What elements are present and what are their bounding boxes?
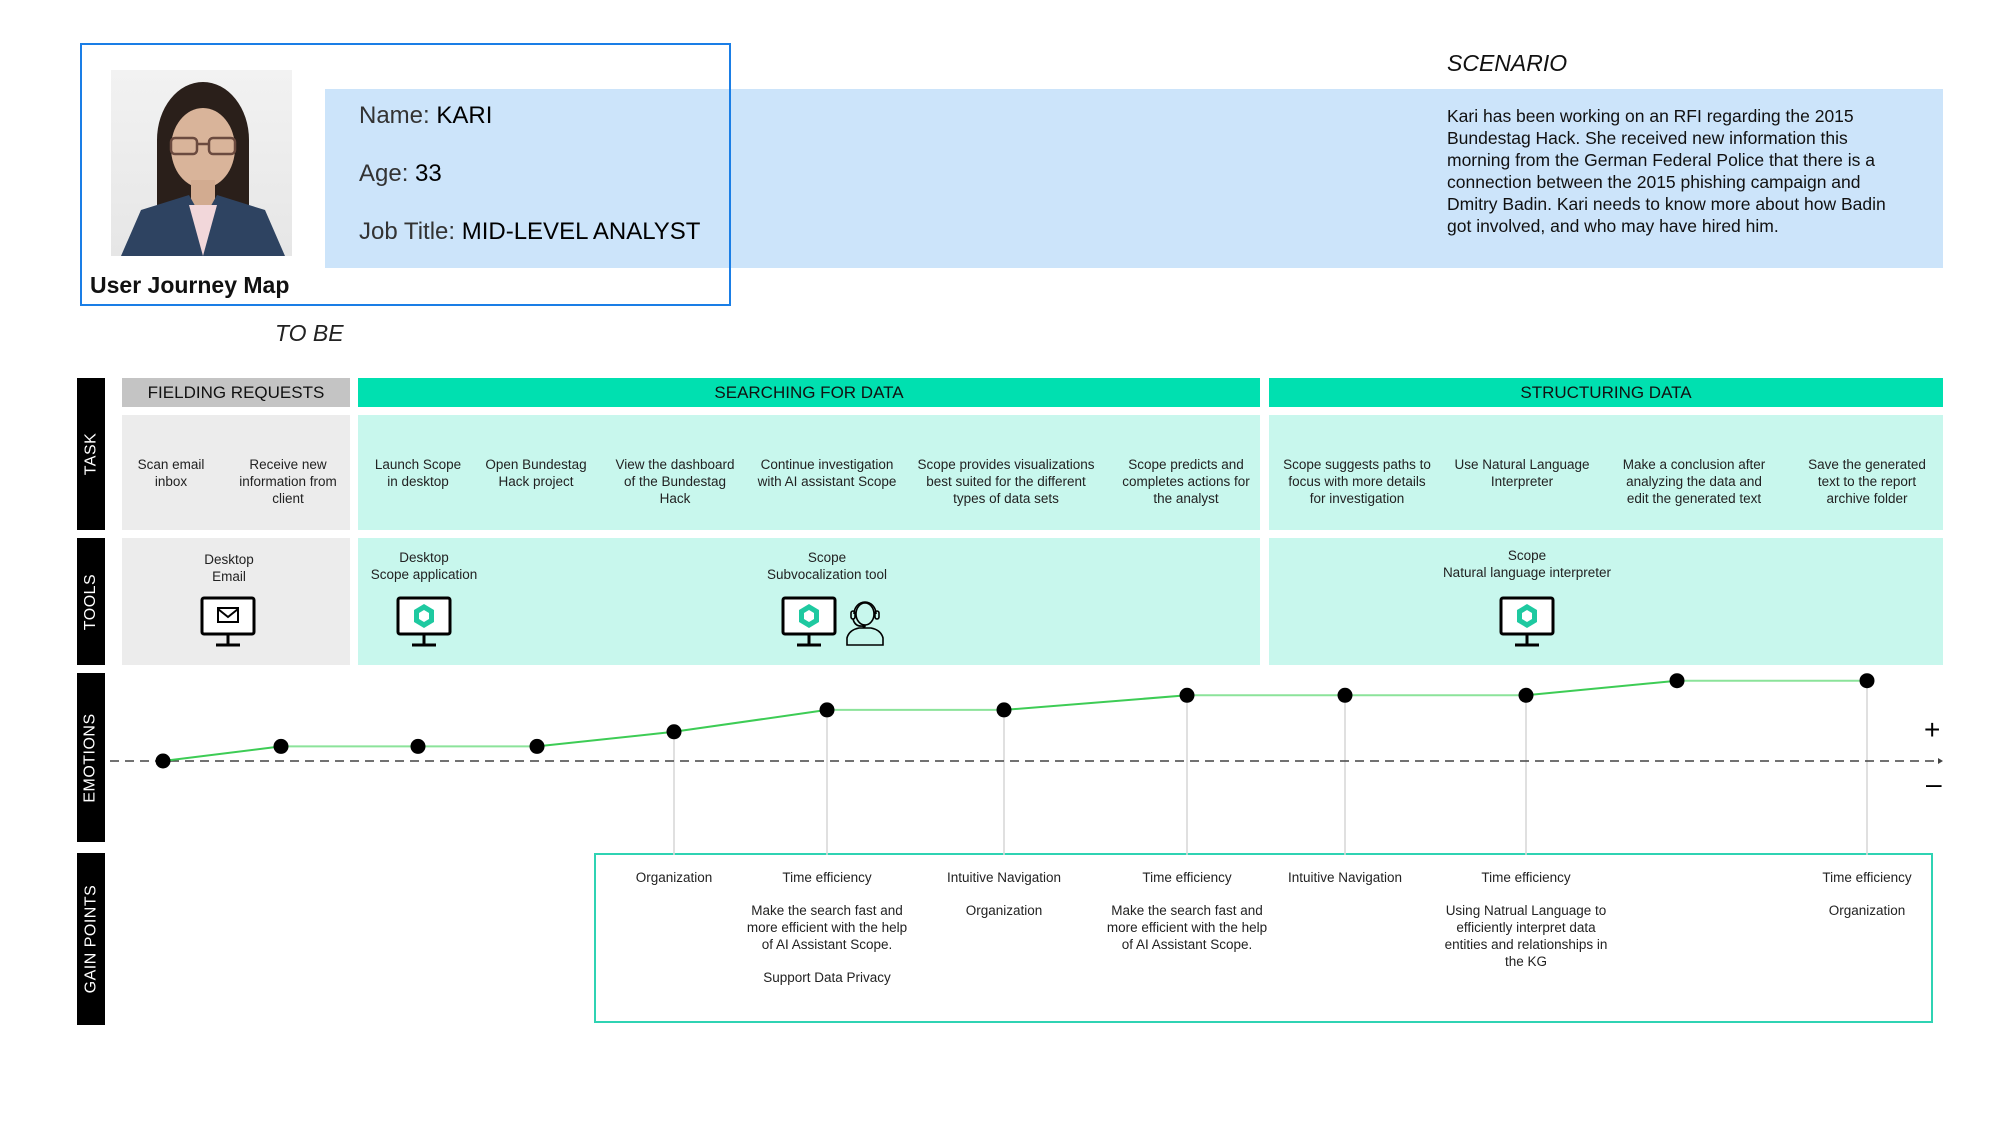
emotion-segment — [1525, 679, 1678, 697]
gain-point: Intuitive Navigation Organization — [929, 869, 1079, 935]
tool-line1: Desktop — [204, 552, 254, 567]
gain-point-text: Organization — [635, 870, 713, 885]
tool-line2: Natural language interpreter — [1442, 565, 1612, 580]
state-label: TO BE — [275, 320, 344, 346]
gain-point-text: Time efficiency — [1822, 870, 1912, 885]
tool-scope-subvocalization: Scope Subvocalization tool — [727, 549, 927, 583]
row-label-task: TASK — [77, 378, 105, 530]
gain-connector-lines — [673, 687, 1868, 855]
row-label-text: TASK — [82, 432, 100, 476]
task-item: Launch Scope in desktop — [374, 457, 462, 489]
journey-map-title: User Journey Map — [90, 272, 290, 298]
desktop-scope-icon — [1499, 596, 1555, 647]
gain-point-text: Time efficiency — [1481, 870, 1571, 885]
row-label-text: GAIN POINTS — [82, 884, 99, 994]
emotion-point — [1179, 687, 1195, 703]
gain-point-text: Make the search fast and more efficient … — [1106, 903, 1268, 952]
negative-sign: – — [1926, 768, 1942, 799]
scenario-text: Kari has been working on an RFI regardin… — [1447, 106, 1886, 236]
emotion-point — [819, 702, 835, 718]
tool-line1: Scope — [807, 550, 847, 565]
emotion-point — [529, 738, 545, 754]
tool-line2: Scope application — [370, 567, 478, 582]
desktop-scope-icon — [781, 596, 837, 647]
gain-point-text: Intuitive Navigation — [1287, 870, 1403, 885]
task-item: Scan email inbox — [137, 457, 205, 489]
age-label: Age: — [359, 160, 409, 187]
persona-age: Age: 33 — [359, 160, 442, 188]
age-value: 33 — [415, 160, 442, 187]
task-item: Use Natural Language Interpreter — [1454, 457, 1590, 489]
task-item: Save the generated text to the report ar… — [1808, 457, 1926, 506]
phase-fielding-requests: FIELDING REQUESTS — [122, 378, 350, 407]
gain-point-text: Organization — [1828, 903, 1906, 918]
gain-point: Time efficiency Using Natrual Language to… — [1441, 869, 1611, 986]
task-item: Make a conclusion after analyzing the da… — [1622, 457, 1766, 506]
gain-point: Time efficiency Make the search fast and … — [1102, 869, 1272, 969]
row-label-text: TOOLS — [82, 573, 100, 630]
task-item: View the dashboard of the Bundestag Hack — [615, 457, 735, 506]
phase-structuring-data: STRUCTURING DATA — [1269, 378, 1943, 407]
job-value: MID-LEVEL ANALYST — [461, 218, 701, 245]
emotion-point — [1859, 673, 1875, 689]
gain-point-text: Organization — [965, 903, 1043, 918]
gain-point-text: Time efficiency — [782, 870, 872, 885]
row-label-gain-points: GAIN POINTS — [77, 853, 105, 1025]
tool-desktop-scope: Desktop Scope application — [334, 549, 514, 583]
emotion-point — [410, 738, 426, 754]
emotion-point — [1518, 687, 1534, 703]
phase-searching-for-data: SEARCHING FOR DATA — [358, 378, 1260, 407]
row-label-tools: TOOLS — [77, 538, 105, 665]
scenario-title: SCENARIO — [1447, 50, 1568, 76]
emotion-segment — [162, 745, 282, 762]
tool-scope-nli: Scope Natural language interpreter — [1407, 547, 1647, 581]
emotion-point — [1669, 673, 1685, 689]
emotion-segment — [673, 708, 828, 733]
gain-point: Time efficiency Make the search fast and … — [742, 869, 912, 1002]
gain-point-text: Using Natrual Language to efficiently in… — [1444, 903, 1608, 969]
tool-line1: Desktop — [399, 550, 449, 565]
persona-job: Job Title: MID-LEVEL ANALYST — [359, 218, 700, 246]
desktop-email-icon — [200, 596, 256, 647]
task-item: Receive new information from client — [239, 457, 337, 506]
emotion-segment — [1003, 694, 1188, 711]
task-item: Scope predicts and completes actions for… — [1122, 457, 1250, 506]
gain-point: Time efficiency Organization — [1792, 869, 1942, 935]
emotion-segment — [536, 730, 675, 748]
name-value: KARI — [436, 102, 493, 129]
person-photo-icon — [121, 82, 285, 256]
gain-point-text: Make the search fast and more efficient … — [746, 903, 908, 952]
tool-line2: Email — [212, 569, 246, 584]
task-item: Open Bundestag Hack project — [485, 457, 587, 489]
gain-point-text: Support Data Privacy — [763, 970, 891, 985]
gain-point-text: Time efficiency — [1142, 870, 1232, 885]
job-label: Job Title: — [359, 218, 456, 245]
name-label: Name: — [359, 102, 430, 129]
persona-photo — [111, 70, 292, 256]
persona-name: Name: KARI — [359, 102, 492, 130]
emotion-point — [273, 738, 289, 754]
gain-point-text: Intuitive Navigation — [946, 870, 1062, 885]
emotion-point — [155, 753, 171, 769]
positive-sign: + — [1924, 714, 1941, 745]
emotion-curve — [110, 673, 1943, 855]
emotion-point — [666, 724, 682, 740]
tool-desktop-email: Desktop Email — [139, 551, 319, 585]
emotion-point — [996, 702, 1012, 718]
headset-user-icon — [846, 601, 884, 646]
tool-line1: Scope — [1507, 548, 1547, 563]
gain-point: Organization — [599, 869, 749, 902]
emotion-point — [1337, 687, 1353, 703]
desktop-scope-icon — [396, 596, 452, 647]
tool-line2: Subvocalization tool — [766, 567, 888, 582]
task-item: Scope suggests paths to focus with more … — [1283, 457, 1431, 506]
gain-point: Intuitive Navigation — [1270, 869, 1420, 902]
baseline-arrow-icon — [1938, 758, 1943, 764]
task-item: Scope provides visualizations best suite… — [917, 457, 1095, 506]
task-item: Continue investigation with AI assistant… — [757, 457, 897, 489]
